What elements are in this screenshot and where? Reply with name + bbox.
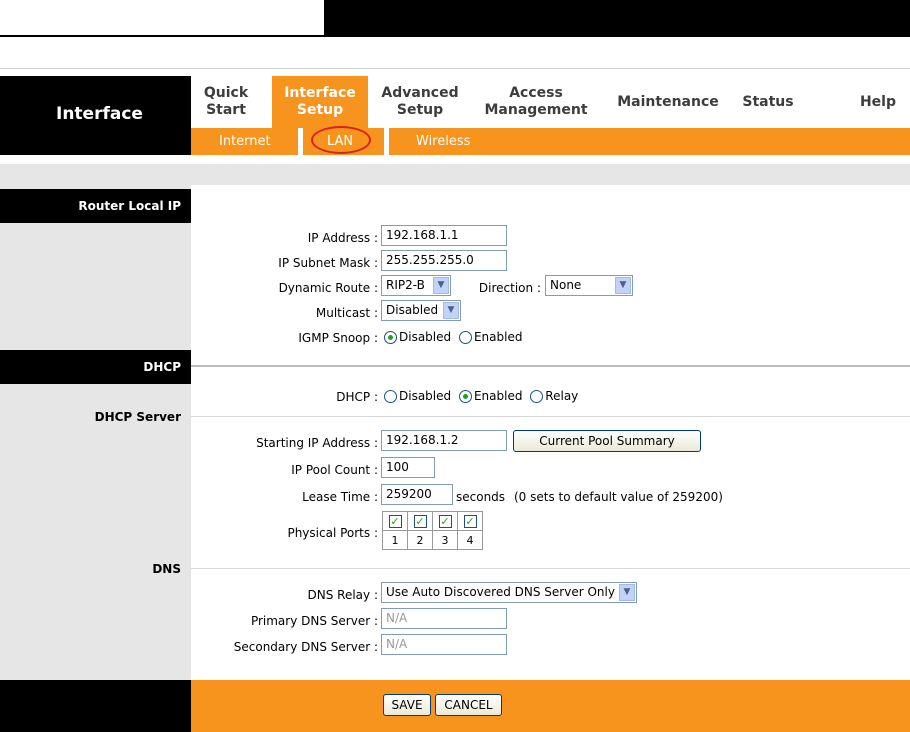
radio-label: Relay [545, 389, 579, 403]
tab-label: Access [509, 85, 563, 101]
multicast-value: Disabled [386, 303, 439, 317]
save-button[interactable]: SAVE [383, 694, 431, 716]
tab-label: Setup [296, 102, 344, 118]
pool-count-input[interactable]: 100 [381, 457, 435, 478]
lease-time-unit: seconds [456, 490, 506, 504]
section-dhcp: DHCP [0, 350, 191, 384]
radio-label: Disabled [399, 330, 452, 344]
starting-ip-input[interactable]: 192.168.1.2 [381, 430, 507, 451]
starting-ip-label: Starting IP Address : [256, 436, 378, 450]
tab-label: Start [206, 102, 246, 118]
port-2-checkbox[interactable]: ✓ [413, 514, 427, 528]
footer-left-panel [0, 680, 191, 732]
lease-time-note: (0 sets to default value of 259200) [514, 490, 723, 504]
secondary-dns-input[interactable]: N/A [381, 634, 507, 655]
divider [191, 568, 910, 569]
chevron-down-icon: ▼ [615, 277, 631, 294]
footer-action-bar [191, 680, 910, 732]
dhcp-enabled-radio[interactable] [458, 390, 472, 403]
port-1-checkbox[interactable]: ✓ [388, 514, 402, 528]
chevron-down-icon: ▼ [443, 302, 459, 319]
section-dhcp-server: DHCP Server [94, 410, 181, 424]
highlight-circle [311, 126, 371, 154]
port-number: 4 [457, 530, 483, 550]
subnet-mask-input[interactable]: 255.255.255.0 [381, 250, 507, 271]
subnet-mask-label: IP Subnet Mask : [278, 256, 378, 270]
dns-relay-value: Use Auto Discovered DNS Server Only [386, 585, 615, 599]
current-pool-summary-button[interactable]: Current Pool Summary [513, 430, 701, 452]
port-number: 3 [432, 530, 458, 550]
port-4-checkbox[interactable]: ✓ [463, 514, 477, 528]
section-dns: DNS [152, 562, 181, 576]
lease-time-label: Lease Time : [302, 490, 378, 504]
direction-label: Direction : [478, 281, 541, 295]
dhcp-disabled-radio[interactable] [384, 390, 397, 403]
radio-label: Enabled [473, 330, 523, 344]
port-number: 2 [407, 530, 433, 550]
divider [191, 416, 910, 417]
multicast-select[interactable]: Disabled ▼ [381, 300, 461, 321]
direction-value: None [550, 278, 582, 292]
tab-quick-start[interactable]: Quick Start [191, 76, 261, 128]
tab-interface-setup[interactable]: Interface Setup [272, 76, 368, 128]
tab-label: Advanced [381, 85, 459, 101]
radio-label: Enabled [473, 389, 523, 403]
tab-maintenance[interactable]: Maintenance [612, 76, 724, 128]
tab-label: Maintenance [617, 93, 719, 110]
igmp-enabled-radio[interactable] [458, 331, 472, 344]
tab-label: Management [484, 102, 588, 118]
secondary-dns-label: Secondary DNS Server : [233, 640, 378, 654]
section-router-local-ip: Router Local IP [0, 189, 191, 223]
multicast-label: Multicast : [315, 306, 378, 320]
tab-label: Status [742, 93, 794, 110]
dns-relay-select[interactable]: Use Auto Discovered DNS Server Only ▼ [381, 582, 637, 603]
lease-time-input[interactable]: 259200 [381, 484, 453, 505]
radio-label: Disabled [399, 389, 452, 403]
dhcp-relay-radio[interactable] [530, 390, 544, 403]
banner-logo-area [0, 0, 324, 37]
cancel-button[interactable]: CANCEL [435, 694, 502, 716]
tab-help[interactable]: Help [852, 76, 904, 128]
section-label-column [0, 185, 191, 680]
tab-access-management[interactable]: Access Management [478, 76, 594, 128]
primary-dns-input[interactable]: N/A [381, 608, 507, 629]
dns-relay-label: DNS Relay : [307, 588, 378, 602]
tab-label: Interface [284, 85, 356, 101]
spacer-bar [0, 164, 910, 185]
ip-address-input[interactable]: 192.168.1.1 [381, 225, 507, 246]
tab-status[interactable]: Status [737, 76, 799, 128]
pool-count-label: IP Pool Count : [291, 463, 378, 477]
subtab-separator [384, 128, 389, 155]
igmp-disabled-radio[interactable] [384, 331, 397, 344]
tab-advanced-setup[interactable]: Advanced Setup [374, 76, 466, 128]
subtab-wireless[interactable]: Wireless [416, 128, 470, 155]
dhcp-options: Disabled Enabled Relay [384, 389, 578, 403]
igmp-options: Disabled Enabled [384, 330, 522, 344]
direction-select[interactable]: None ▼ [545, 275, 633, 296]
physical-ports-label: Physical Ports : [287, 526, 378, 540]
dhcp-label: DHCP : [336, 390, 378, 404]
page-title: Interface [56, 104, 143, 124]
chevron-down-icon: ▼ [619, 584, 635, 601]
port-3-checkbox[interactable]: ✓ [438, 514, 452, 528]
tab-label: Help [859, 93, 897, 110]
primary-dns-label: Primary DNS Server : [250, 614, 378, 628]
tab-label: Quick [203, 85, 249, 101]
port-number: 1 [382, 530, 408, 550]
subtab-internet[interactable]: Internet [219, 128, 271, 155]
ip-address-label: IP Address : [307, 231, 378, 245]
subtab-separator [298, 128, 303, 155]
igmp-snoop-label: IGMP Snoop : [298, 331, 378, 345]
divider [191, 365, 910, 367]
divider [0, 68, 910, 69]
tab-label: Setup [396, 102, 444, 118]
physical-ports-table: ✓ ✓ ✓ ✓ 1 2 3 4 [382, 511, 483, 550]
